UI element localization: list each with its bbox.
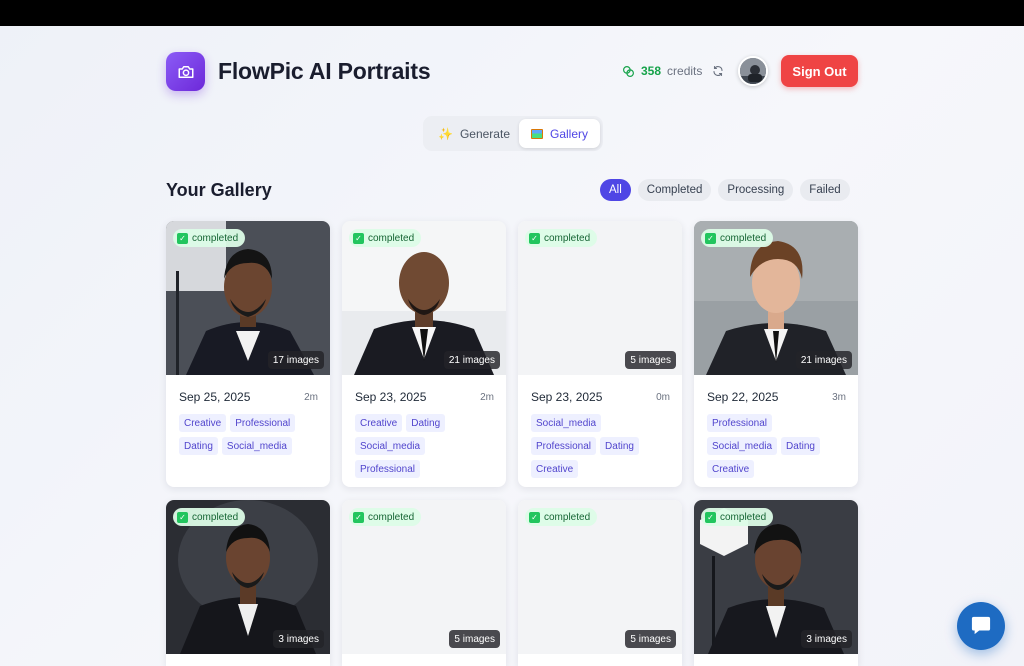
chat-launcher-button[interactable] <box>957 602 1005 650</box>
filter-all[interactable]: All <box>600 179 631 201</box>
image-icon <box>531 128 543 139</box>
tag: Professional <box>531 437 597 455</box>
card-duration: 3m <box>832 391 846 403</box>
check-icon: ✓ <box>705 232 716 244</box>
gallery-card[interactable]: ✓ completed 5 images Sep 23, 2025 0m Soci… <box>518 221 682 487</box>
image-count: 5 images <box>449 630 500 648</box>
status-badge: ✓ completed <box>349 229 422 247</box>
check-icon: ✓ <box>353 511 364 523</box>
tag: Dating <box>600 437 639 455</box>
app-header: FlowPic AI Portraits 358 credits Sign Ou… <box>166 52 858 92</box>
chat-bubble-icon <box>971 616 991 635</box>
tag: Creative <box>707 460 755 478</box>
check-icon: ✓ <box>177 232 188 244</box>
coins-icon <box>623 65 634 77</box>
sign-out-button[interactable]: Sign Out <box>781 55 858 87</box>
credits-count: 358 <box>641 64 662 78</box>
status-badge: ✓ completed <box>525 508 598 526</box>
card-thumbnail[interactable]: ✓ completed 5 images <box>518 221 682 375</box>
gallery-card[interactable]: ✓ completed 17 images Sep 25, 2025 2m Cre… <box>166 221 330 487</box>
status-badge: ✓ completed <box>173 508 246 526</box>
tab-generate-label: Generate <box>459 126 510 141</box>
status-badge: ✓ completed <box>701 229 774 247</box>
filter-failed[interactable]: Failed <box>800 179 850 201</box>
card-date: Sep 23, 2025 <box>355 390 427 404</box>
gallery-card[interactable]: ✓ completed 21 images Sep 22, 2025 3m Pro… <box>694 221 858 487</box>
card-thumbnail[interactable]: ✓ completed 17 images <box>166 221 330 375</box>
image-count: 5 images <box>625 351 676 369</box>
credits-label: credits <box>667 64 703 78</box>
image-count: 5 images <box>625 630 676 648</box>
card-tags: Creative Professional Dating Social_medi… <box>179 414 318 455</box>
gallery-card[interactable]: ✓ completed 21 images Sep 23, 2025 2m Cre… <box>342 221 506 487</box>
card-tags: Creative Dating Social_media Professiona… <box>355 414 494 478</box>
image-count: 17 images <box>267 351 324 369</box>
credits-indicator: 358 credits <box>622 64 724 78</box>
card-date: Sep 25, 2025 <box>179 390 251 404</box>
tag: Social_media <box>707 437 778 455</box>
gallery-card[interactable]: ✓ completed 5 images <box>518 500 682 666</box>
top-black-bar <box>0 0 1024 26</box>
tag: Professional <box>230 414 296 432</box>
image-count: 21 images <box>795 351 852 369</box>
card-date: Sep 23, 2025 <box>531 390 603 404</box>
card-thumbnail[interactable]: ✓ completed 3 images <box>166 500 330 654</box>
tag: Dating <box>406 414 446 432</box>
check-icon: ✓ <box>353 232 364 244</box>
tab-gallery-label: Gallery <box>549 126 588 141</box>
tag: Dating <box>781 437 820 455</box>
card-tags: Social_media Professional Dating Creativ… <box>531 414 670 478</box>
status-filters: All Completed Processing Failed <box>600 179 850 201</box>
tag: Professional <box>707 414 773 432</box>
status-badge: ✓ completed <box>173 229 246 247</box>
check-icon: ✓ <box>705 511 716 523</box>
tag: Social_media <box>531 414 602 432</box>
check-icon: ✓ <box>529 232 540 244</box>
filter-completed[interactable]: Completed <box>637 179 712 201</box>
tag: Creative <box>179 414 227 432</box>
sparkles-icon: ✨ <box>438 126 453 141</box>
gallery-card[interactable]: ✓ completed 3 images <box>694 500 858 666</box>
app-title: FlowPic AI Portraits <box>218 58 431 84</box>
status-badge: ✓ completed <box>525 229 598 247</box>
card-thumbnail[interactable]: ✓ completed 5 images <box>518 500 682 654</box>
card-date: Sep 22, 2025 <box>707 390 779 404</box>
tag: Social_media <box>221 437 292 455</box>
image-count: 3 images <box>273 630 324 648</box>
card-thumbnail[interactable]: ✓ completed 21 images <box>342 221 506 375</box>
camera-logo-icon <box>166 52 205 91</box>
check-icon: ✓ <box>529 511 540 523</box>
image-count: 3 images <box>801 630 852 648</box>
tag: Professional <box>355 460 421 478</box>
gallery-card[interactable]: ✓ completed 3 images <box>166 500 330 666</box>
tag: Dating <box>179 437 218 455</box>
tag: Social_media <box>355 437 426 455</box>
tag: Creative <box>355 414 403 432</box>
card-tags: Professional Social_media Dating Creativ… <box>707 414 846 478</box>
gallery-card[interactable]: ✓ completed 5 images <box>342 500 506 666</box>
card-duration: 2m <box>304 391 318 403</box>
tab-gallery[interactable]: Gallery <box>519 119 600 148</box>
status-badge: ✓ completed <box>701 508 774 526</box>
status-badge: ✓ completed <box>349 508 422 526</box>
tab-generate[interactable]: ✨ Generate <box>426 119 519 148</box>
card-thumbnail[interactable]: ✓ completed 3 images <box>694 500 858 654</box>
refresh-icon[interactable] <box>712 65 724 77</box>
card-duration: 2m <box>480 391 494 403</box>
gallery-title: Your Gallery <box>166 180 272 200</box>
card-duration: 0m <box>656 391 670 403</box>
user-avatar[interactable] <box>738 56 768 86</box>
main-tabs: ✨ Generate Gallery <box>423 116 603 151</box>
card-thumbnail[interactable]: ✓ completed 5 images <box>342 500 506 654</box>
image-count: 21 images <box>443 351 500 369</box>
filter-processing[interactable]: Processing <box>718 179 794 201</box>
check-icon: ✓ <box>177 511 188 523</box>
tag: Creative <box>531 460 579 478</box>
card-thumbnail[interactable]: ✓ completed 21 images <box>694 221 858 375</box>
